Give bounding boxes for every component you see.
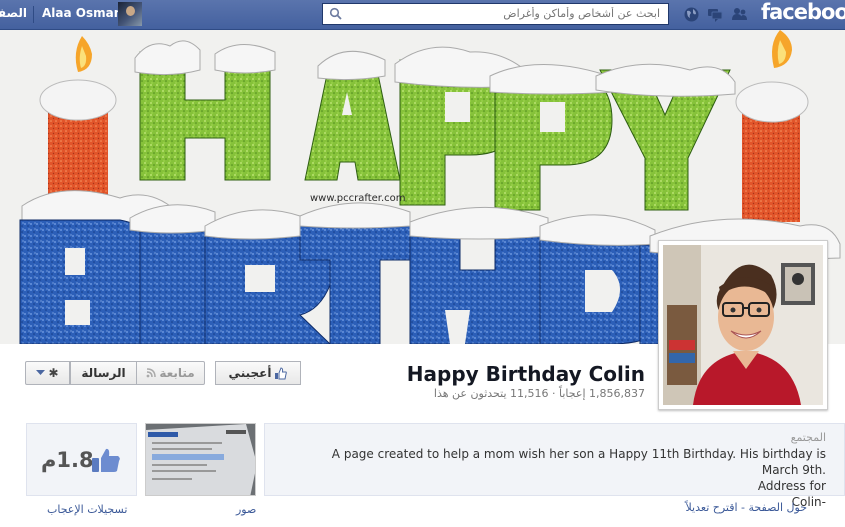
search-input[interactable]: [360, 7, 660, 20]
thumbs-up-icon: [92, 448, 120, 472]
photos-tile[interactable]: [145, 423, 256, 496]
photo-thumbnail: [146, 424, 255, 495]
about-category: المجتمع: [790, 431, 826, 444]
thumbs-up-icon: [275, 366, 288, 379]
likes-count: 1.8م: [41, 448, 94, 472]
like-button[interactable]: أعجبني: [215, 361, 301, 385]
globe-icon[interactable]: [683, 6, 700, 23]
profile-photo: [663, 245, 823, 405]
follow-label: متابعة: [159, 366, 195, 380]
search-box[interactable]: [322, 3, 669, 25]
photos-tile-label[interactable]: صور: [236, 503, 256, 516]
page-title: Happy Birthday Colin: [406, 362, 645, 386]
messages-icon[interactable]: [707, 6, 724, 23]
about-links[interactable]: حول الصفحة - اقترح تعديلاً: [685, 501, 807, 514]
friend-requests-icon[interactable]: [731, 6, 748, 23]
likes-tile-label[interactable]: تسجيلات الإعجاب: [47, 503, 127, 516]
settings-button[interactable]: ✱: [25, 361, 70, 385]
profile-picture[interactable]: [658, 240, 828, 410]
rss-icon: [146, 368, 157, 378]
divider: [33, 6, 34, 23]
cover-watermark: www.pccrafter.com: [310, 193, 406, 204]
about-tile[interactable]: المجتمع A page created to help a mom wis…: [264, 423, 845, 509]
follow-button[interactable]: متابعة: [136, 361, 205, 385]
avatar[interactable]: [118, 2, 142, 26]
page-stats[interactable]: 1,856,837 إعجاباً · 11,516 يتحدثون عن هذ…: [434, 387, 645, 400]
facebook-logo[interactable]: facebook: [761, 0, 845, 24]
profile-name-link[interactable]: Alaa Osman: [42, 6, 122, 20]
like-label: أعجبني: [228, 366, 272, 380]
chevron-down-icon: [36, 370, 46, 375]
home-link[interactable]: الصفحة الرئيسية: [0, 6, 27, 20]
message-button[interactable]: الرسالة: [70, 361, 136, 385]
likes-tile[interactable]: 1.8م: [26, 423, 137, 496]
gear-icon: ✱: [48, 366, 59, 380]
top-bar: الصفحة الرئيسية Alaa Osman facebook: [0, 0, 845, 30]
search-icon[interactable]: [329, 7, 343, 21]
message-label: الرسالة: [81, 366, 126, 380]
